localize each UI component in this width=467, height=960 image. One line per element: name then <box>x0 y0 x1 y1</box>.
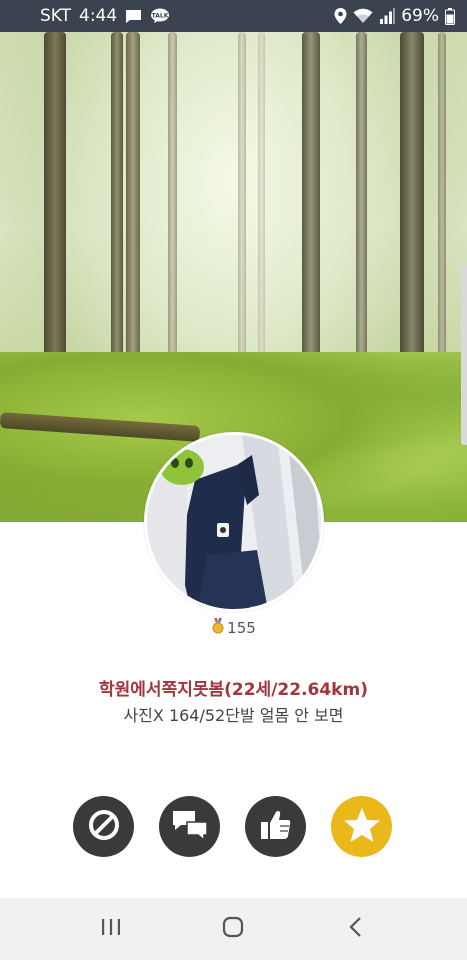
tree-trunk <box>111 32 123 382</box>
medal-count: 155 <box>227 619 256 637</box>
back-icon <box>348 916 364 942</box>
navigation-bar <box>0 898 467 960</box>
wifi-icon <box>353 8 373 24</box>
status-bar-right: 69% <box>334 6 455 26</box>
location-icon <box>334 8 347 24</box>
battery-icon <box>445 7 455 25</box>
favorite-button[interactable] <box>331 796 392 857</box>
profile-bio: 사진X 164/52단발 얼몸 안 보면 <box>123 706 344 725</box>
status-bar-left: SKT 4:44 TALK <box>40 6 170 26</box>
block-icon <box>86 807 122 847</box>
star-icon <box>342 805 382 849</box>
back-button[interactable] <box>326 904 386 954</box>
tree-trunk <box>126 32 140 387</box>
home-icon <box>221 915 245 943</box>
tree-trunk <box>168 32 177 372</box>
tree-trunk <box>302 32 320 362</box>
edge-panel-handle[interactable] <box>461 265 467 445</box>
profile-name-age-distance: 학원에서쪽지못봄(22세/22.64km) <box>99 680 368 700</box>
status-bar: SKT 4:44 TALK 69% <box>0 0 467 32</box>
avatar-photo <box>147 435 321 609</box>
action-buttons <box>73 796 393 858</box>
tree-trunk <box>258 32 265 362</box>
recent-apps-icon <box>100 917 122 941</box>
carrier-label: SKT <box>40 6 72 26</box>
message-icon <box>125 9 142 24</box>
medal-icon <box>211 618 225 638</box>
recent-apps-button[interactable] <box>81 904 141 954</box>
chat-bubbles-icon <box>171 808 209 846</box>
tree-trunk <box>400 32 424 397</box>
tree-trunk <box>438 32 446 372</box>
profile-avatar[interactable] <box>144 432 324 612</box>
signal-icon <box>379 8 396 24</box>
like-button[interactable] <box>245 796 306 857</box>
medal-count-row: 155 <box>0 618 467 638</box>
home-button[interactable] <box>203 904 263 954</box>
tree-trunk <box>356 32 367 367</box>
block-button[interactable] <box>73 796 134 857</box>
kakaotalk-icon: TALK <box>150 8 170 24</box>
tree-trunk <box>238 32 246 367</box>
chat-button[interactable] <box>159 796 220 857</box>
battery-percent: 69% <box>401 6 439 26</box>
clock: 4:44 <box>79 6 118 26</box>
thumbs-up-icon <box>259 808 293 846</box>
kakao-label: TALK <box>152 13 169 20</box>
